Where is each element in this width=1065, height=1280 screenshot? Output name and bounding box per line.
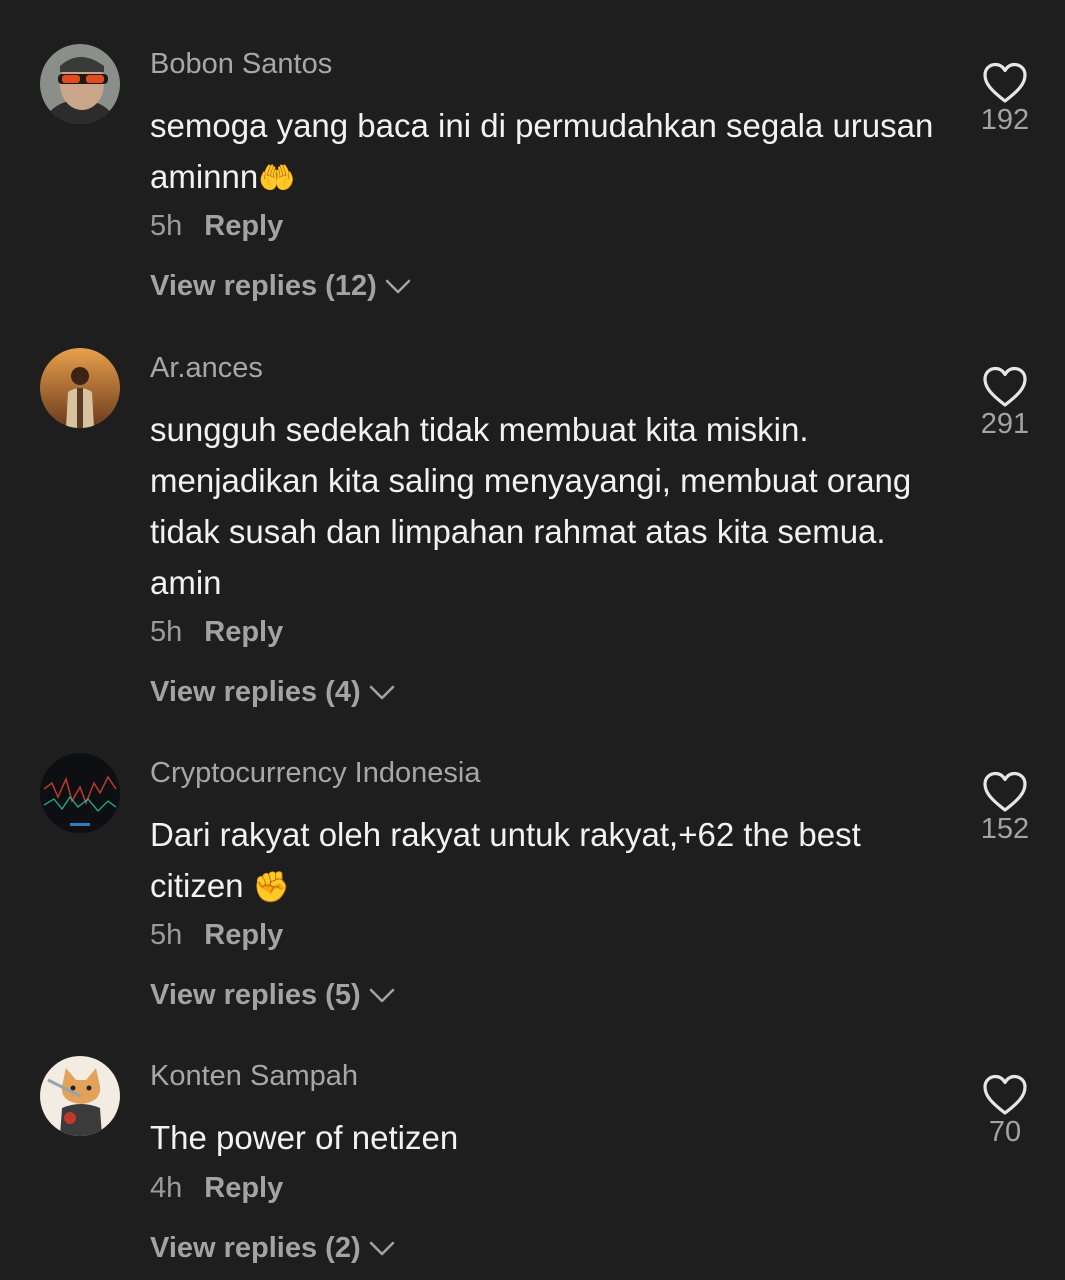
comment-meta: 4h Reply xyxy=(150,1172,283,1205)
comment-text: The power of netizen xyxy=(150,1119,459,1156)
like-button[interactable]: 152 xyxy=(962,771,1048,846)
chevron-down-icon xyxy=(369,1241,394,1255)
like-count: 70 xyxy=(988,1116,1022,1148)
avatar-sunglasses-man-icon xyxy=(40,44,120,124)
raised-fist-emoji-icon: ✊ xyxy=(252,871,291,904)
avatar[interactable] xyxy=(40,753,120,833)
reply-button[interactable]: Reply xyxy=(204,210,283,242)
avatar-cat-illustration-icon xyxy=(40,1056,120,1136)
view-replies-button[interactable]: View replies (12) xyxy=(150,270,411,303)
view-replies-label: View replies (4) xyxy=(150,676,361,708)
avatar-crypto-chart-icon xyxy=(40,753,120,833)
comment-username[interactable]: Ar.ances xyxy=(150,352,263,385)
like-button[interactable]: 70 xyxy=(962,1074,1048,1149)
open-hands-emoji-icon: 🤲 xyxy=(258,162,296,195)
heart-icon xyxy=(983,1074,1027,1115)
view-replies-button[interactable]: View replies (5) xyxy=(150,979,395,1012)
reply-button[interactable]: Reply xyxy=(204,616,283,648)
comment-time: 5h xyxy=(150,919,183,951)
avatar[interactable] xyxy=(40,348,120,428)
comment-meta: 5h Reply xyxy=(150,919,283,952)
comment-meta: 5h Reply xyxy=(150,616,283,649)
view-replies-button[interactable]: View replies (4) xyxy=(150,676,395,709)
comment-username[interactable]: Bobon Santos xyxy=(150,48,332,81)
like-button[interactable]: 192 xyxy=(962,62,1048,137)
heart-icon xyxy=(983,771,1027,812)
like-button[interactable]: 291 xyxy=(962,366,1048,441)
reply-button[interactable]: Reply xyxy=(204,919,283,951)
heart-icon xyxy=(983,62,1027,103)
chevron-down-icon xyxy=(385,279,410,293)
comment-username[interactable]: Konten Sampah xyxy=(150,1060,358,1093)
heart-icon xyxy=(983,366,1027,407)
like-count: 152 xyxy=(980,813,1030,845)
comment-meta: 5h Reply xyxy=(150,210,283,243)
comment-username[interactable]: Cryptocurrency Indonesia xyxy=(150,757,480,790)
comment-time: 4h xyxy=(150,1172,183,1204)
comment-time: 5h xyxy=(150,210,183,242)
comment-text: sungguh sedekah tidak membuat kita miski… xyxy=(150,411,912,601)
chevron-down-icon xyxy=(369,988,394,1002)
avatar-sunset-man-icon xyxy=(40,348,120,428)
view-replies-label: View replies (2) xyxy=(150,1232,361,1264)
chevron-down-icon xyxy=(369,685,394,699)
view-replies-button[interactable]: View replies (2) xyxy=(150,1232,395,1265)
comment-text: Dari rakyat oleh rakyat untuk rakyat,+62… xyxy=(150,809,940,913)
reply-button[interactable]: Reply xyxy=(204,1172,283,1204)
view-replies-label: View replies (12) xyxy=(150,270,377,302)
like-count: 192 xyxy=(980,104,1030,136)
avatar[interactable] xyxy=(40,44,120,124)
like-count: 291 xyxy=(980,408,1030,440)
comment-text: semoga yang baca ini di permudahkan sega… xyxy=(150,100,940,204)
view-replies-label: View replies (5) xyxy=(150,979,361,1011)
comment-time: 5h xyxy=(150,616,183,648)
avatar[interactable] xyxy=(40,1056,120,1136)
